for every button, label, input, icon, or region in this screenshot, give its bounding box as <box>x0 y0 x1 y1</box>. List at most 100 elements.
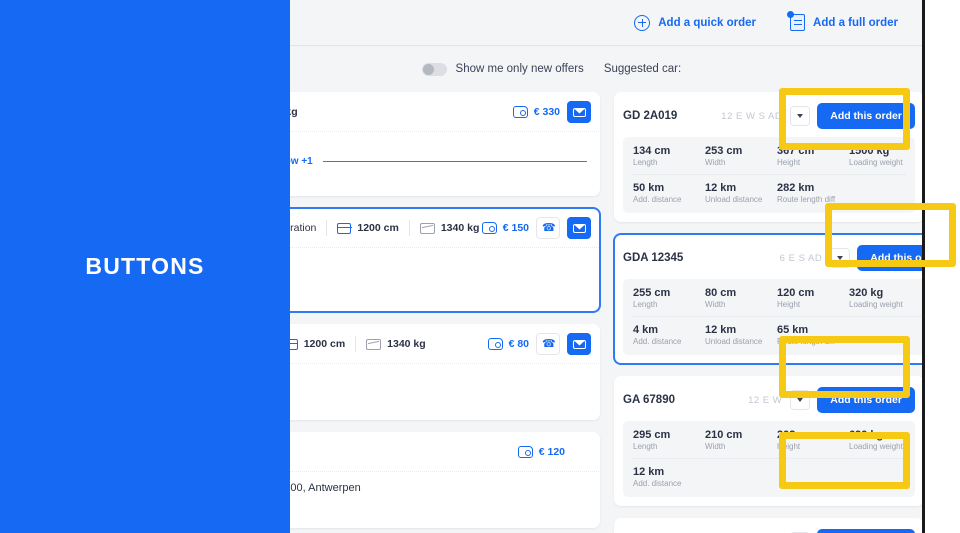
offer-price-value: € 80 <box>509 338 529 350</box>
chevron-down-icon <box>837 256 843 260</box>
spec-value: 295 cm <box>633 429 705 441</box>
suggestion-card[interactable]: GD 2A019 12 E W S AD Add this order 134 … <box>614 92 924 222</box>
spec-item: 367 cmHeight <box>777 145 849 167</box>
mail-icon <box>573 224 586 233</box>
spec-item: 80 cmWidth <box>705 287 777 309</box>
suggestions-column: GD 2A019 12 E W S AD Add this order 134 … <box>614 92 924 533</box>
vehicle-plate: GA 67890 <box>623 394 675 406</box>
vehicle-meta: 12 E W <box>675 395 790 406</box>
spec-item: 210 cmWidth <box>705 429 777 451</box>
spec-item: 1500 kgLoading weight <box>849 145 921 167</box>
add-this-order-button[interactable]: Add this order <box>817 529 915 533</box>
spec-row: 12 kmAdd. distance <box>633 458 905 488</box>
spec-value: 255 cm <box>633 287 705 299</box>
spec-item: 4 kmAdd. distance <box>633 324 705 346</box>
wallet-icon <box>518 446 533 458</box>
spec-value: 65 km <box>777 324 849 336</box>
offer-route-text: 2000, Antwerpen <box>278 482 361 494</box>
email-button[interactable] <box>567 333 591 355</box>
spec-label: Add. distance <box>633 337 705 346</box>
spec-label: Add. distance <box>633 195 705 204</box>
suggestion-header: GA 67890 12 E W Add this order <box>623 385 915 415</box>
suggestion-card[interactable]: GDA 12345 6 E S AD Add this order 255 cm… <box>614 234 925 364</box>
spec-value: 253 cm <box>705 145 777 157</box>
offer-price-value: € 330 <box>534 106 560 118</box>
volume-icon <box>337 223 351 234</box>
phone-button[interactable]: ☎ <box>536 333 560 355</box>
spec-item: 295 cmLength <box>633 429 705 451</box>
suggested-car-label: Suggested car: <box>604 63 681 75</box>
mail-icon <box>573 108 586 117</box>
spec-label: Length <box>633 158 705 167</box>
spec-item: 134 cmLength <box>633 145 705 167</box>
dropdown-toggle[interactable] <box>790 106 810 126</box>
email-button[interactable] <box>567 101 591 123</box>
offer-price: € 120 <box>518 446 565 458</box>
offer-volume-value: 1200 cm <box>357 222 398 234</box>
offer-volume: 1200 cm <box>337 222 398 234</box>
spec-row: 255 cmLength 80 cmWidth 120 cmHeight 320… <box>633 287 925 309</box>
add-full-order-button[interactable]: Add a full order <box>790 14 898 31</box>
vehicle-plate: GD 2A019 <box>623 110 677 122</box>
spec-label: Loading weight <box>849 442 921 451</box>
new-offers-toggle[interactable] <box>422 63 447 76</box>
content-columns: 600 kg € 330 s <box>196 92 922 533</box>
offer-price-value: € 150 <box>503 222 529 234</box>
dropdown-toggle[interactable] <box>790 390 810 410</box>
weight-icon <box>366 339 381 350</box>
spec-label: Add. distance <box>633 479 705 488</box>
divider <box>326 220 327 236</box>
plus-circle-icon <box>634 15 650 31</box>
wallet-icon <box>488 338 503 350</box>
spec-label: Length <box>633 442 705 451</box>
vehicle-specs: 255 cmLength 80 cmWidth 120 cmHeight 320… <box>623 279 925 355</box>
spec-value: 12 km <box>633 466 705 478</box>
spec-row: 4 kmAdd. distance 12 kmUnload distance 6… <box>633 316 925 346</box>
spec-item: 120 cmHeight <box>777 287 849 309</box>
phone-button[interactable]: ☎ <box>536 217 560 239</box>
spec-label: Height <box>777 442 849 451</box>
add-quick-order-button[interactable]: Add a quick order <box>634 15 756 31</box>
suggestion-card[interactable]: NO 94392 12 S AD Add this order 80 cmLen… <box>614 518 924 533</box>
spec-value: 282 km <box>777 182 849 194</box>
spec-item: 282 kmRoute length diff <box>777 182 849 204</box>
offer-volume: 1200 cm <box>284 338 345 350</box>
vehicle-meta: 12 E W S AD <box>677 111 790 122</box>
spec-label: Unload distance <box>705 337 777 346</box>
spec-value: 12 km <box>705 182 777 194</box>
suggestion-header: GDA 12345 6 E S AD Add this order <box>623 243 925 273</box>
spec-label: Unload distance <box>705 195 777 204</box>
suggestion-header: NO 94392 12 S AD Add this order <box>623 527 915 533</box>
spec-label: Height <box>777 300 849 309</box>
offer-price-value: € 120 <box>539 446 565 458</box>
offer-volume-value: 1200 cm <box>304 338 345 350</box>
spec-value: 690 kg <box>849 429 921 441</box>
weight-icon <box>420 223 435 234</box>
spec-label: Loading weight <box>849 158 921 167</box>
spec-label: Height <box>777 158 849 167</box>
new-offers-toggle-label: Show me only new offers <box>456 63 584 75</box>
email-button[interactable] <box>567 217 591 239</box>
spec-item: 202 cmHeight <box>777 429 849 451</box>
spec-value: 367 cm <box>777 145 849 157</box>
add-quick-order-label: Add a quick order <box>658 17 756 29</box>
spec-row: 134 cmLength 253 cmWidth 367 cmHeight 15… <box>633 145 905 167</box>
offer-price: € 330 <box>513 106 560 118</box>
page-background <box>925 0 960 533</box>
dropdown-toggle[interactable] <box>830 248 850 268</box>
new-offers-toggle-group[interactable]: Show me only new offers <box>422 63 584 76</box>
spec-value: 210 cm <box>705 429 777 441</box>
wallet-icon <box>482 222 497 234</box>
spec-item: 65 kmRoute length diff <box>777 324 849 346</box>
vehicle-specs: 134 cmLength 253 cmWidth 367 cmHeight 15… <box>623 137 915 213</box>
line-right <box>323 161 587 162</box>
add-this-order-button[interactable]: Add this order <box>857 245 925 271</box>
add-this-order-button[interactable]: Add this order <box>817 387 915 413</box>
suggestion-card[interactable]: GA 67890 12 E W Add this order 295 cmLen… <box>614 376 924 506</box>
add-this-order-button[interactable]: Add this order <box>817 103 915 129</box>
phone-icon: ☎ <box>542 338 554 350</box>
spec-item: 320 kgLoading weight <box>849 287 921 309</box>
vehicle-meta: 6 E S AD <box>683 253 830 264</box>
spec-value: 4 km <box>633 324 705 336</box>
app-header: Add a quick order Add a full order <box>196 0 922 46</box>
